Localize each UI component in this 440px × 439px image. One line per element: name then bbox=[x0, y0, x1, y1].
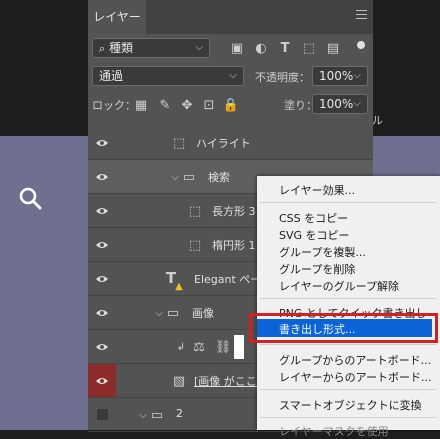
image-layer-icon: ▧ bbox=[172, 373, 186, 389]
opacity-field[interactable]: 100% ⌵ bbox=[312, 66, 368, 86]
tab-layers[interactable]: レイヤー bbox=[88, 0, 146, 34]
lock-transparent-icon[interactable]: ▦ bbox=[134, 98, 148, 113]
eye-icon[interactable] bbox=[88, 228, 116, 261]
smart-object-filter-icon[interactable]: ▤ bbox=[326, 41, 340, 56]
eye-icon[interactable] bbox=[88, 330, 116, 363]
chevron-down-icon: ⌵ bbox=[195, 42, 203, 53]
type-filter-icon[interactable]: T bbox=[278, 41, 292, 56]
context-menu: レイヤー効果... CSS をコピー SVG をコピー グループを複製... グ… bbox=[257, 176, 440, 438]
menu-item-use-layer-mask[interactable]: レイヤーマスクを使用 bbox=[279, 423, 389, 439]
layer-name: 画像 bbox=[192, 307, 214, 320]
opacity-label: 不透明度： bbox=[255, 71, 310, 84]
layer-name: 長方形 3 bbox=[212, 205, 256, 218]
clip-arrow-icon: ↲ bbox=[176, 341, 186, 353]
search-icon bbox=[19, 187, 42, 210]
lock-all-icon[interactable]: 🔒 bbox=[223, 98, 239, 113]
link-icon[interactable]: ⛓ bbox=[215, 340, 232, 355]
chevron-down-icon: ⌵ bbox=[229, 70, 237, 81]
layer-name: ハイライト bbox=[196, 137, 251, 150]
shape-layer-icon: ⬚ bbox=[188, 237, 202, 253]
folder-icon: ▭ bbox=[182, 169, 196, 185]
blend-mode-select[interactable]: 通過 ⌵ bbox=[92, 66, 244, 86]
eye-icon[interactable] bbox=[88, 126, 116, 159]
eye-icon[interactable] bbox=[88, 160, 116, 193]
shape-layer-icon: ⬚ bbox=[188, 203, 202, 219]
menu-item-artboard-from-layers[interactable]: レイヤーからのアートボード... bbox=[279, 369, 432, 385]
menu-separator bbox=[259, 389, 437, 390]
menu-separator bbox=[259, 202, 437, 203]
chevron-down-icon: ⌵ bbox=[353, 70, 361, 81]
panel-tabbar: レイヤー bbox=[88, 0, 373, 34]
search-icon: ⌕ bbox=[99, 42, 106, 55]
panel-menu-icon[interactable] bbox=[356, 10, 367, 19]
menu-item-ungroup[interactable]: レイヤーのグループ解除 bbox=[279, 278, 399, 294]
opacity-value: 100% bbox=[319, 69, 354, 83]
mask-thumbnail[interactable] bbox=[234, 335, 244, 359]
side-text: ル bbox=[372, 114, 383, 127]
eye-icon[interactable] bbox=[88, 194, 116, 227]
menu-separator bbox=[259, 344, 437, 345]
chevron-down-icon[interactable]: ⌵ bbox=[152, 306, 166, 320]
annotation-highlight-box bbox=[249, 313, 438, 343]
menu-item-layer-effects[interactable]: レイヤー効果... bbox=[279, 182, 355, 198]
menu-item-duplicate-group[interactable]: グループを複製... bbox=[279, 244, 366, 260]
layer-name: 検索 bbox=[208, 171, 230, 184]
adjustment-filter-icon[interactable]: ◐ bbox=[254, 41, 268, 56]
menu-item-artboard-from-group[interactable]: グループからのアートボード... bbox=[279, 352, 431, 368]
menu-item-convert-smart-object[interactable]: スマートオブジェクトに変換 bbox=[279, 397, 422, 413]
eye-icon[interactable] bbox=[88, 364, 116, 397]
lock-row: ロック： ▦ ✎ ✥ ⊡ 🔒 塗り： 100% ⌵ bbox=[88, 94, 373, 116]
folder-icon: ▭ bbox=[150, 407, 164, 423]
lock-position-icon[interactable]: ✥ bbox=[180, 98, 194, 113]
fill-value: 100% bbox=[319, 97, 354, 111]
menu-item-delete-group[interactable]: グループを削除 bbox=[279, 261, 355, 277]
layer-name: 2 bbox=[176, 407, 183, 420]
menu-item-copy-svg[interactable]: SVG をコピー bbox=[279, 227, 350, 243]
filter-kind-value: 種類 bbox=[109, 41, 134, 55]
blend-mode-value: 通過 bbox=[99, 69, 124, 83]
menu-item-copy-css[interactable]: CSS をコピー bbox=[279, 210, 348, 226]
chevron-down-icon: ⌵ bbox=[353, 98, 361, 109]
blend-row: 通過 ⌵ 不透明度： 100% ⌵ bbox=[88, 66, 373, 88]
eye-icon[interactable] bbox=[88, 262, 116, 295]
chevron-down-icon[interactable]: ⌵ bbox=[136, 408, 150, 422]
warning-icon: ▲ bbox=[175, 280, 183, 292]
filter-row: ⌕ 種類 ⌵ ▣ ◐ T ⬚ ▤ bbox=[88, 38, 373, 60]
lock-artboard-icon[interactable]: ⊡ bbox=[202, 98, 216, 113]
layer-name: 楕円形 1 bbox=[212, 239, 256, 252]
scale-icon: ⚖ bbox=[193, 339, 205, 355]
chevron-down-icon[interactable]: ⌵ bbox=[168, 170, 182, 184]
visibility-toggle[interactable] bbox=[88, 398, 116, 431]
eye-icon[interactable] bbox=[88, 296, 116, 329]
menu-separator bbox=[259, 417, 437, 418]
shape-layer-icon: ⬚ bbox=[172, 135, 186, 151]
filter-kind-select[interactable]: ⌕ 種類 ⌵ bbox=[92, 38, 210, 58]
filter-toggle-icon[interactable] bbox=[354, 38, 368, 52]
lock-label: ロック： bbox=[92, 99, 136, 112]
shape-filter-icon[interactable]: ⬚ bbox=[302, 41, 316, 56]
menu-separator bbox=[259, 298, 437, 299]
lock-image-icon[interactable]: ✎ bbox=[158, 98, 172, 113]
folder-icon: ▭ bbox=[166, 305, 180, 321]
fill-field[interactable]: 100% ⌵ bbox=[312, 94, 368, 114]
layer-name: Elegant ペー bbox=[194, 273, 262, 286]
pixel-filter-icon[interactable]: ▣ bbox=[230, 41, 244, 56]
layer-row[interactable]: ⬚ ハイライト bbox=[88, 126, 373, 160]
